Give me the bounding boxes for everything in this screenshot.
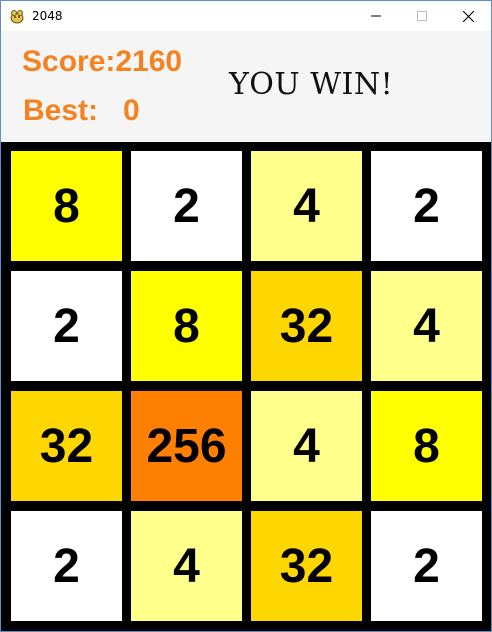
tile-r2-c4: 4 xyxy=(371,271,482,381)
app-icon xyxy=(10,10,24,24)
tile-r3-c3: 4 xyxy=(251,391,362,501)
tile-r4-c3: 32 xyxy=(251,511,362,621)
title-bar[interactable]: 2048 xyxy=(1,1,491,31)
tile-r4-c2: 4 xyxy=(131,511,242,621)
score-header: Score:2160 Best: 0 YOU WIN! xyxy=(1,31,491,141)
game-window: 2048 Score:2160 Best: 0 YOU WIN! 8242283… xyxy=(0,0,492,632)
tile-r2-c3: 32 xyxy=(251,271,362,381)
tile-r3-c2: 256 xyxy=(131,391,242,501)
tile-r1-c3: 4 xyxy=(251,151,362,261)
close-icon xyxy=(462,10,474,22)
game-board[interactable]: 8 2 4 2 2 8 32 4 32 256 4 8 2 4 32 2 xyxy=(1,142,491,631)
tile-r4-c1: 2 xyxy=(11,511,122,621)
maximize-button[interactable] xyxy=(399,1,445,31)
tile-r2-c2: 8 xyxy=(131,271,242,381)
tile-r4-c4: 2 xyxy=(371,511,482,621)
tile-r3-c4: 8 xyxy=(371,391,482,501)
maximize-icon xyxy=(417,11,427,21)
minimize-button[interactable] xyxy=(353,1,399,31)
score-label: Score:2160 xyxy=(22,45,183,78)
window-title: 2048 xyxy=(32,9,63,23)
close-button[interactable] xyxy=(445,1,491,31)
tile-r1-c4: 2 xyxy=(371,151,482,261)
tile-r1-c1: 8 xyxy=(11,151,122,261)
tile-r2-c1: 2 xyxy=(11,271,122,381)
best-score-label: Best: 0 xyxy=(23,94,140,127)
minimize-icon xyxy=(371,15,381,17)
tile-r1-c2: 2 xyxy=(131,151,242,261)
tile-r3-c1: 32 xyxy=(11,391,122,501)
win-message: YOU WIN! xyxy=(229,67,394,102)
